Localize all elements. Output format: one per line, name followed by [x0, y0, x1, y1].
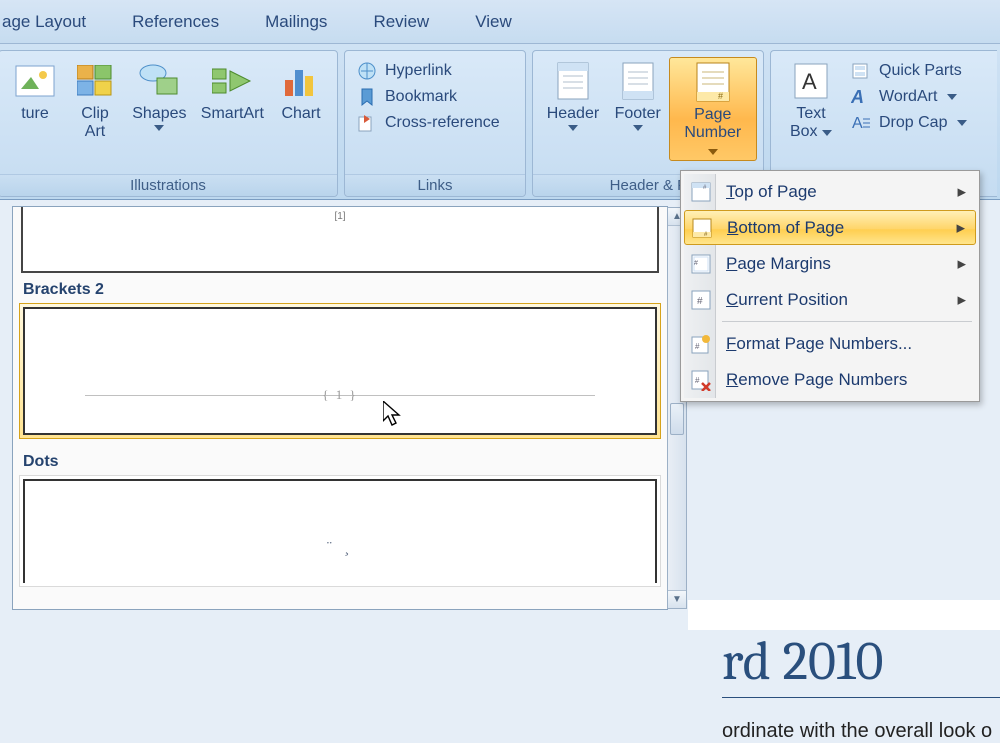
smartart-button[interactable]: SmartArt: [194, 57, 271, 123]
quick-parts-label: Quick Parts: [879, 62, 962, 80]
cross-reference-button[interactable]: Cross-reference: [357, 113, 500, 133]
quick-parts-icon: [851, 61, 871, 81]
cross-reference-label: Cross-reference: [385, 114, 500, 132]
tab-page-layout[interactable]: age Layout: [2, 12, 86, 32]
group-illustrations: ture ClipArt Shapes SmartArt: [0, 50, 338, 197]
footer-button[interactable]: Footer: [607, 57, 669, 131]
hyperlink-label: Hyperlink: [385, 62, 452, 80]
group-title-links: Links: [345, 174, 525, 196]
hyperlink-icon: [357, 61, 377, 81]
gallery-item-brackets2[interactable]: { 1 }: [19, 303, 661, 439]
svg-text:#: #: [695, 342, 700, 351]
footer-icon: [618, 61, 658, 101]
cross-reference-icon: [357, 113, 377, 133]
group-links: Hyperlink Bookmark Cross-reference Links: [344, 50, 526, 197]
hyperlink-button[interactable]: Hyperlink: [357, 61, 500, 81]
svg-text:#: #: [695, 376, 700, 385]
wordart-label: WordArt: [879, 88, 937, 106]
chevron-down-icon: [154, 125, 164, 131]
clip-art-icon: [75, 61, 115, 101]
text-box-label: TextBox: [790, 105, 832, 141]
ribbon-tabs: age Layout References Mailings Review Vi…: [0, 0, 1000, 44]
shapes-label: Shapes: [132, 105, 186, 123]
chart-button[interactable]: Chart: [271, 57, 331, 123]
menu-separator: [722, 321, 972, 322]
drop-cap-button[interactable]: A Drop Cap: [851, 113, 967, 133]
smartart-label: SmartArt: [201, 105, 264, 123]
bookmark-icon: [357, 87, 377, 107]
shapes-button[interactable]: Shapes: [125, 57, 194, 131]
wordart-button[interactable]: A WordArt: [851, 87, 967, 107]
page-margins-icon: #: [690, 253, 712, 275]
page-number-gallery: [1] Brackets 2 { 1 } Dots ¨ ¸ ▲ ▼: [12, 206, 668, 610]
footer-label: Footer: [615, 105, 661, 123]
svg-text:#: #: [718, 91, 723, 101]
svg-text:#: #: [694, 260, 698, 267]
tab-view[interactable]: View: [475, 12, 512, 32]
page-number-label: PageNumber: [678, 106, 748, 160]
current-position-icon: #: [690, 289, 712, 311]
gallery-previous-item[interactable]: [1]: [21, 207, 659, 273]
svg-text:A: A: [852, 115, 863, 132]
gallery-title-dots: Dots: [13, 445, 667, 475]
header-label: Header: [547, 105, 599, 123]
menu-remove-page-numbers[interactable]: # Remove Page Numbers: [684, 362, 976, 397]
tab-review[interactable]: Review: [373, 12, 429, 32]
tab-references[interactable]: References: [132, 12, 219, 32]
scroll-down-button[interactable]: ▼: [668, 590, 686, 608]
text-box-icon: A: [791, 61, 831, 101]
submenu-arrow-icon: ▸: [956, 218, 965, 238]
text-box-button[interactable]: A TextBox: [781, 57, 841, 141]
menu-top-of-page[interactable]: # Top of Page ▸: [684, 174, 976, 209]
drop-cap-icon: A: [851, 113, 871, 133]
gallery-previous-marker: [1]: [334, 211, 345, 222]
chevron-down-icon: [568, 125, 578, 131]
bookmark-label: Bookmark: [385, 88, 457, 106]
menu-bottom-of-page[interactable]: # Bottom of Page ▸: [684, 210, 976, 245]
gallery-title-brackets2: Brackets 2: [13, 273, 667, 303]
document-title: rd 2010: [722, 630, 1000, 698]
top-of-page-icon: #: [690, 181, 712, 203]
sample-text-dots: ¨ ¸: [25, 539, 655, 557]
sample-text-brackets2: { 1 }: [25, 387, 655, 403]
submenu-arrow-icon: ▸: [957, 254, 966, 274]
gallery-item-dots[interactable]: ¨ ¸: [19, 475, 661, 587]
picture-label: ture: [21, 105, 49, 123]
page-number-button[interactable]: # PageNumber: [669, 57, 757, 161]
remove-page-numbers-icon: #: [690, 369, 712, 391]
picture-button[interactable]: ture: [5, 57, 65, 123]
submenu-arrow-icon: ▸: [957, 182, 966, 202]
clip-art-label: ClipArt: [81, 105, 109, 141]
format-page-numbers-icon: #: [690, 333, 712, 355]
shapes-icon: [139, 61, 179, 101]
group-title-illustrations: Illustrations: [0, 174, 337, 196]
clip-art-button[interactable]: ClipArt: [65, 57, 125, 141]
svg-text:#: #: [697, 296, 703, 307]
menu-current-position[interactable]: # Current Position ▸: [684, 282, 976, 317]
picture-icon: [15, 61, 55, 101]
svg-text:A: A: [851, 87, 864, 107]
tab-mailings[interactable]: Mailings: [265, 12, 327, 32]
wordart-icon: A: [851, 87, 871, 107]
scroll-thumb[interactable]: [670, 403, 684, 435]
header-button[interactable]: Header: [539, 57, 607, 131]
submenu-arrow-icon: ▸: [957, 290, 966, 310]
menu-format-page-numbers[interactable]: # Format Page Numbers...: [684, 326, 976, 361]
svg-text:A: A: [802, 69, 817, 94]
header-icon: [553, 61, 593, 101]
page-number-icon: #: [693, 62, 733, 102]
chart-label: Chart: [281, 105, 320, 123]
page-number-menu: # Top of Page ▸ # Bottom of Page ▸ # Pag…: [680, 170, 980, 402]
smartart-icon: [212, 61, 252, 101]
quick-parts-button[interactable]: Quick Parts: [851, 61, 967, 81]
chevron-down-icon: [633, 125, 643, 131]
menu-page-margins[interactable]: # Page Margins ▸: [684, 246, 976, 281]
drop-cap-label: Drop Cap: [879, 114, 947, 132]
bottom-of-page-icon: #: [691, 217, 713, 239]
chart-icon: [281, 61, 321, 101]
mouse-cursor-icon: [383, 401, 403, 427]
document-paragraph: ordinate with the overall look o: [722, 720, 1000, 743]
bookmark-button[interactable]: Bookmark: [357, 87, 500, 107]
document-body: rd 2010 ordinate with the overall look o: [688, 600, 1000, 630]
